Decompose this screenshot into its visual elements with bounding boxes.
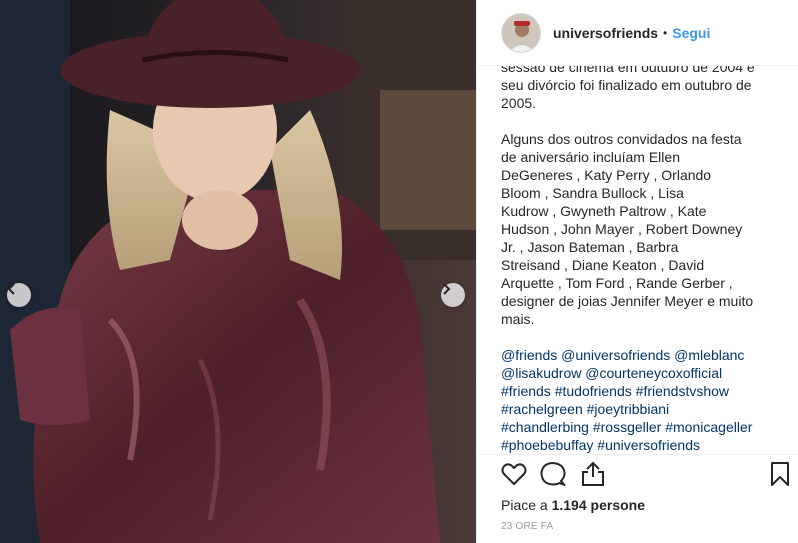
likes-suffix: persone [590,497,645,513]
likes-count[interactable]: Piace a 1.194 persone [501,497,645,513]
hashtag-link[interactable]: #monicageller [665,419,752,435]
hashtag-link[interactable]: #rachelgreen [501,401,583,417]
username-link[interactable]: universofriends [553,25,658,41]
hashtag-link[interactable]: #friends [501,383,551,399]
comment-button[interactable] [538,461,568,491]
mention-link[interactable]: @courteneycoxofficial [585,365,722,381]
hashtag-line: #friends #tudofriends #friendstvshow [501,382,781,400]
hashtag-link[interactable]: #universofriends [597,437,700,453]
hashtag-line: @lisakudrow @courteneycoxofficial [501,364,781,382]
hashtag-line: @friends @universofriends @mleblanc [501,346,781,364]
previous-photo-button[interactable] [7,283,31,307]
mention-link[interactable]: @mleblanc [674,347,744,363]
action-bar: Piace a 1.194 persone 23 ORE FA [477,454,798,543]
post-details-panel: universofriends • Segui sessão de cinema… [476,0,798,543]
caption-paragraph-1: sessão de cinema em outubro de 2004 e se… [501,66,755,111]
mention-link[interactable]: @lisakudrow [501,365,581,381]
separator-dot: • [663,25,668,40]
likes-prefix: Piace a [501,497,548,513]
post-header: universofriends • Segui [477,0,798,66]
avatar[interactable] [501,12,541,53]
caption: sessão de cinema em outubro de 2004 e se… [501,66,781,454]
post-photo[interactable] [0,0,476,543]
hashtag-link[interactable]: #tudofriends [555,383,632,399]
share-icon [581,461,605,492]
hashtag-link[interactable]: #rossgeller [593,419,661,435]
post-timestamp[interactable]: 23 ORE FA [501,521,553,532]
like-button[interactable] [499,461,529,491]
comment-icon [540,461,566,492]
mention-link[interactable]: @friends [501,347,557,363]
share-button[interactable] [578,461,608,491]
next-photo-button[interactable] [441,283,465,307]
caption-scroll-area[interactable]: sessão de cinema em outubro de 2004 e se… [477,66,798,454]
heart-icon [501,462,527,491]
photo-illustration [0,0,476,543]
hashtag-line: #rachelgreen #joeytribbiani [501,400,781,418]
hashtag-link[interactable]: #phoebebuffay [501,437,593,453]
follow-button[interactable]: Segui [672,25,710,41]
mention-link[interactable]: @universofriends [561,347,670,363]
hashtag-link[interactable]: #joeytribbiani [587,401,670,417]
hashtag-link[interactable]: #chandlerbing [501,419,589,435]
caption-scrollbar[interactable] [792,70,796,450]
save-button[interactable] [765,461,795,491]
caption-paragraph-2: Alguns dos outros convidados na festa de… [501,131,754,327]
hashtag-block: @friends @universofriends @mleblanc @lisa… [501,346,781,454]
hashtag-link[interactable]: #friendstvshow [636,383,729,399]
bookmark-icon [770,461,790,492]
hashtag-line: #chandlerbing #rossgeller #monicageller [501,418,781,436]
hashtag-line: #phoebebuffay #universofriends [501,436,781,454]
likes-number: 1.194 [551,497,587,513]
